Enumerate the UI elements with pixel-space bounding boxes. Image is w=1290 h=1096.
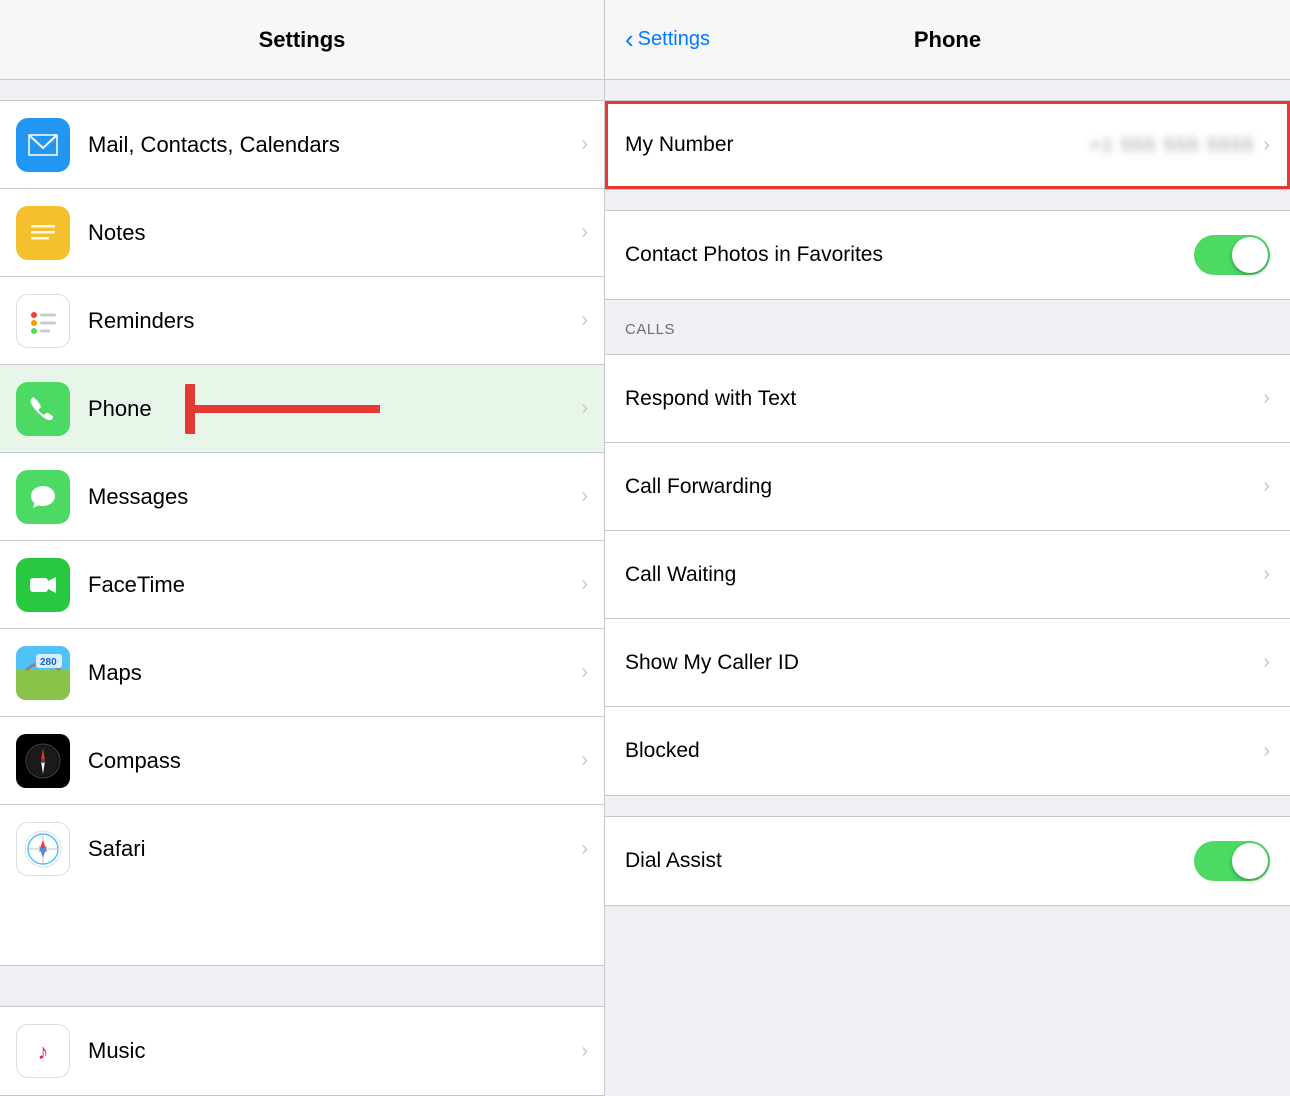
right-panel: ‹ Settings Phone My Number +1 555 555 55…	[605, 0, 1290, 1096]
mail-label: Mail, Contacts, Calendars	[88, 132, 581, 158]
bottom-section: ♪ Music ›	[0, 1006, 604, 1096]
dial-assist-section: Dial Assist	[605, 816, 1290, 906]
phone-icon	[16, 382, 70, 436]
call-waiting-label: Call Waiting	[625, 563, 1263, 587]
my-number-label: My Number	[625, 133, 1090, 157]
settings-item-facetime[interactable]: FaceTime ›	[0, 541, 604, 629]
caller-id-label: Show My Caller ID	[625, 651, 1263, 675]
calls-section-label: CALLS	[625, 321, 675, 338]
music-arrow: ›	[581, 1040, 588, 1063]
maps-arrow: ›	[581, 661, 588, 684]
maps-label: Maps	[88, 660, 581, 686]
left-panel: Settings Mail, Contacts, Calendars ›	[0, 0, 605, 1096]
back-button[interactable]: ‹ Settings	[625, 24, 710, 55]
respond-text-row[interactable]: Respond with Text ›	[605, 355, 1290, 443]
facetime-icon	[16, 558, 70, 612]
reminders-icon	[16, 294, 70, 348]
mail-arrow: ›	[581, 133, 588, 156]
right-header: ‹ Settings Phone	[605, 0, 1290, 80]
music-label: Music	[88, 1038, 581, 1064]
messages-arrow: ›	[581, 485, 588, 508]
dial-assist-toggle-knob	[1232, 843, 1268, 879]
right-title: Phone	[914, 27, 981, 53]
top-spacer	[605, 80, 1290, 100]
back-label: Settings	[638, 28, 710, 51]
settings-item-notes[interactable]: Notes ›	[0, 189, 604, 277]
notes-icon	[16, 206, 70, 260]
settings-item-messages[interactable]: Messages ›	[0, 453, 604, 541]
dial-assist-row[interactable]: Dial Assist	[605, 817, 1290, 905]
notes-arrow: ›	[581, 221, 588, 244]
left-separator	[0, 966, 604, 986]
my-number-arrow: ›	[1263, 134, 1270, 157]
settings-item-compass[interactable]: Compass ›	[0, 717, 604, 805]
contact-photos-label: Contact Photos in Favorites	[625, 243, 1194, 267]
call-waiting-arrow: ›	[1263, 563, 1270, 586]
facetime-label: FaceTime	[88, 572, 581, 598]
settings-item-reminders[interactable]: Reminders ›	[0, 277, 604, 365]
call-forwarding-label: Call Forwarding	[625, 475, 1263, 499]
settings-item-mail[interactable]: Mail, Contacts, Calendars ›	[0, 101, 604, 189]
calls-section: Respond with Text › Call Forwarding › Ca…	[605, 354, 1290, 796]
dial-assist-toggle[interactable]	[1194, 841, 1270, 881]
maps-icon: 280	[16, 646, 70, 700]
settings-item-maps[interactable]: 280 Maps ›	[0, 629, 604, 717]
respond-text-arrow: ›	[1263, 387, 1270, 410]
safari-icon	[16, 822, 70, 876]
compass-icon	[16, 734, 70, 788]
settings-list: Mail, Contacts, Calendars › Notes ›	[0, 100, 604, 966]
my-number-value: +1 555 555 5555	[1090, 135, 1256, 156]
mail-icon	[16, 118, 70, 172]
messages-icon	[16, 470, 70, 524]
respond-text-label: Respond with Text	[625, 387, 1263, 411]
svg-text:♪: ♪	[38, 1039, 49, 1064]
settings-item-safari[interactable]: Safari ›	[0, 805, 604, 893]
left-title: Settings	[259, 27, 346, 53]
left-header: Settings	[0, 0, 604, 80]
messages-label: Messages	[88, 484, 581, 510]
blocked-label: Blocked	[625, 739, 1263, 763]
call-forwarding-arrow: ›	[1263, 475, 1270, 498]
compass-arrow: ›	[581, 749, 588, 772]
dial-assist-label: Dial Assist	[625, 849, 1194, 873]
spacer-1	[605, 190, 1290, 210]
safari-arrow: ›	[581, 838, 588, 861]
notes-label: Notes	[88, 220, 581, 246]
phone-arrow: ›	[581, 397, 588, 420]
settings-item-phone[interactable]: Phone ›	[0, 365, 604, 453]
contact-photos-row[interactable]: Contact Photos in Favorites	[605, 211, 1290, 299]
settings-item-music[interactable]: ♪ Music ›	[0, 1007, 604, 1095]
right-content: My Number +1 555 555 5555 › Contact Phot…	[605, 80, 1290, 1096]
reminders-arrow: ›	[581, 309, 588, 332]
toggle-knob	[1232, 237, 1268, 273]
my-number-row[interactable]: My Number +1 555 555 5555 ›	[605, 101, 1290, 189]
call-forwarding-row[interactable]: Call Forwarding ›	[605, 443, 1290, 531]
facetime-arrow: ›	[581, 573, 588, 596]
blocked-arrow: ›	[1263, 740, 1270, 763]
back-chevron-icon: ‹	[625, 24, 634, 55]
caller-id-arrow: ›	[1263, 651, 1270, 674]
calls-section-header: CALLS	[605, 304, 1290, 354]
spacer-3	[605, 796, 1290, 816]
blocked-row[interactable]: Blocked ›	[605, 707, 1290, 795]
caller-id-row[interactable]: Show My Caller ID ›	[605, 619, 1290, 707]
my-number-section: My Number +1 555 555 5555 ›	[605, 100, 1290, 190]
music-icon: ♪	[16, 1024, 70, 1078]
svg-text:280: 280	[40, 657, 57, 668]
contact-photos-toggle[interactable]	[1194, 235, 1270, 275]
reminders-label: Reminders	[88, 308, 581, 334]
compass-label: Compass	[88, 748, 581, 774]
safari-label: Safari	[88, 836, 581, 862]
red-arrow-icon	[185, 384, 385, 434]
call-waiting-row[interactable]: Call Waiting ›	[605, 531, 1290, 619]
contact-photos-section: Contact Photos in Favorites	[605, 210, 1290, 300]
